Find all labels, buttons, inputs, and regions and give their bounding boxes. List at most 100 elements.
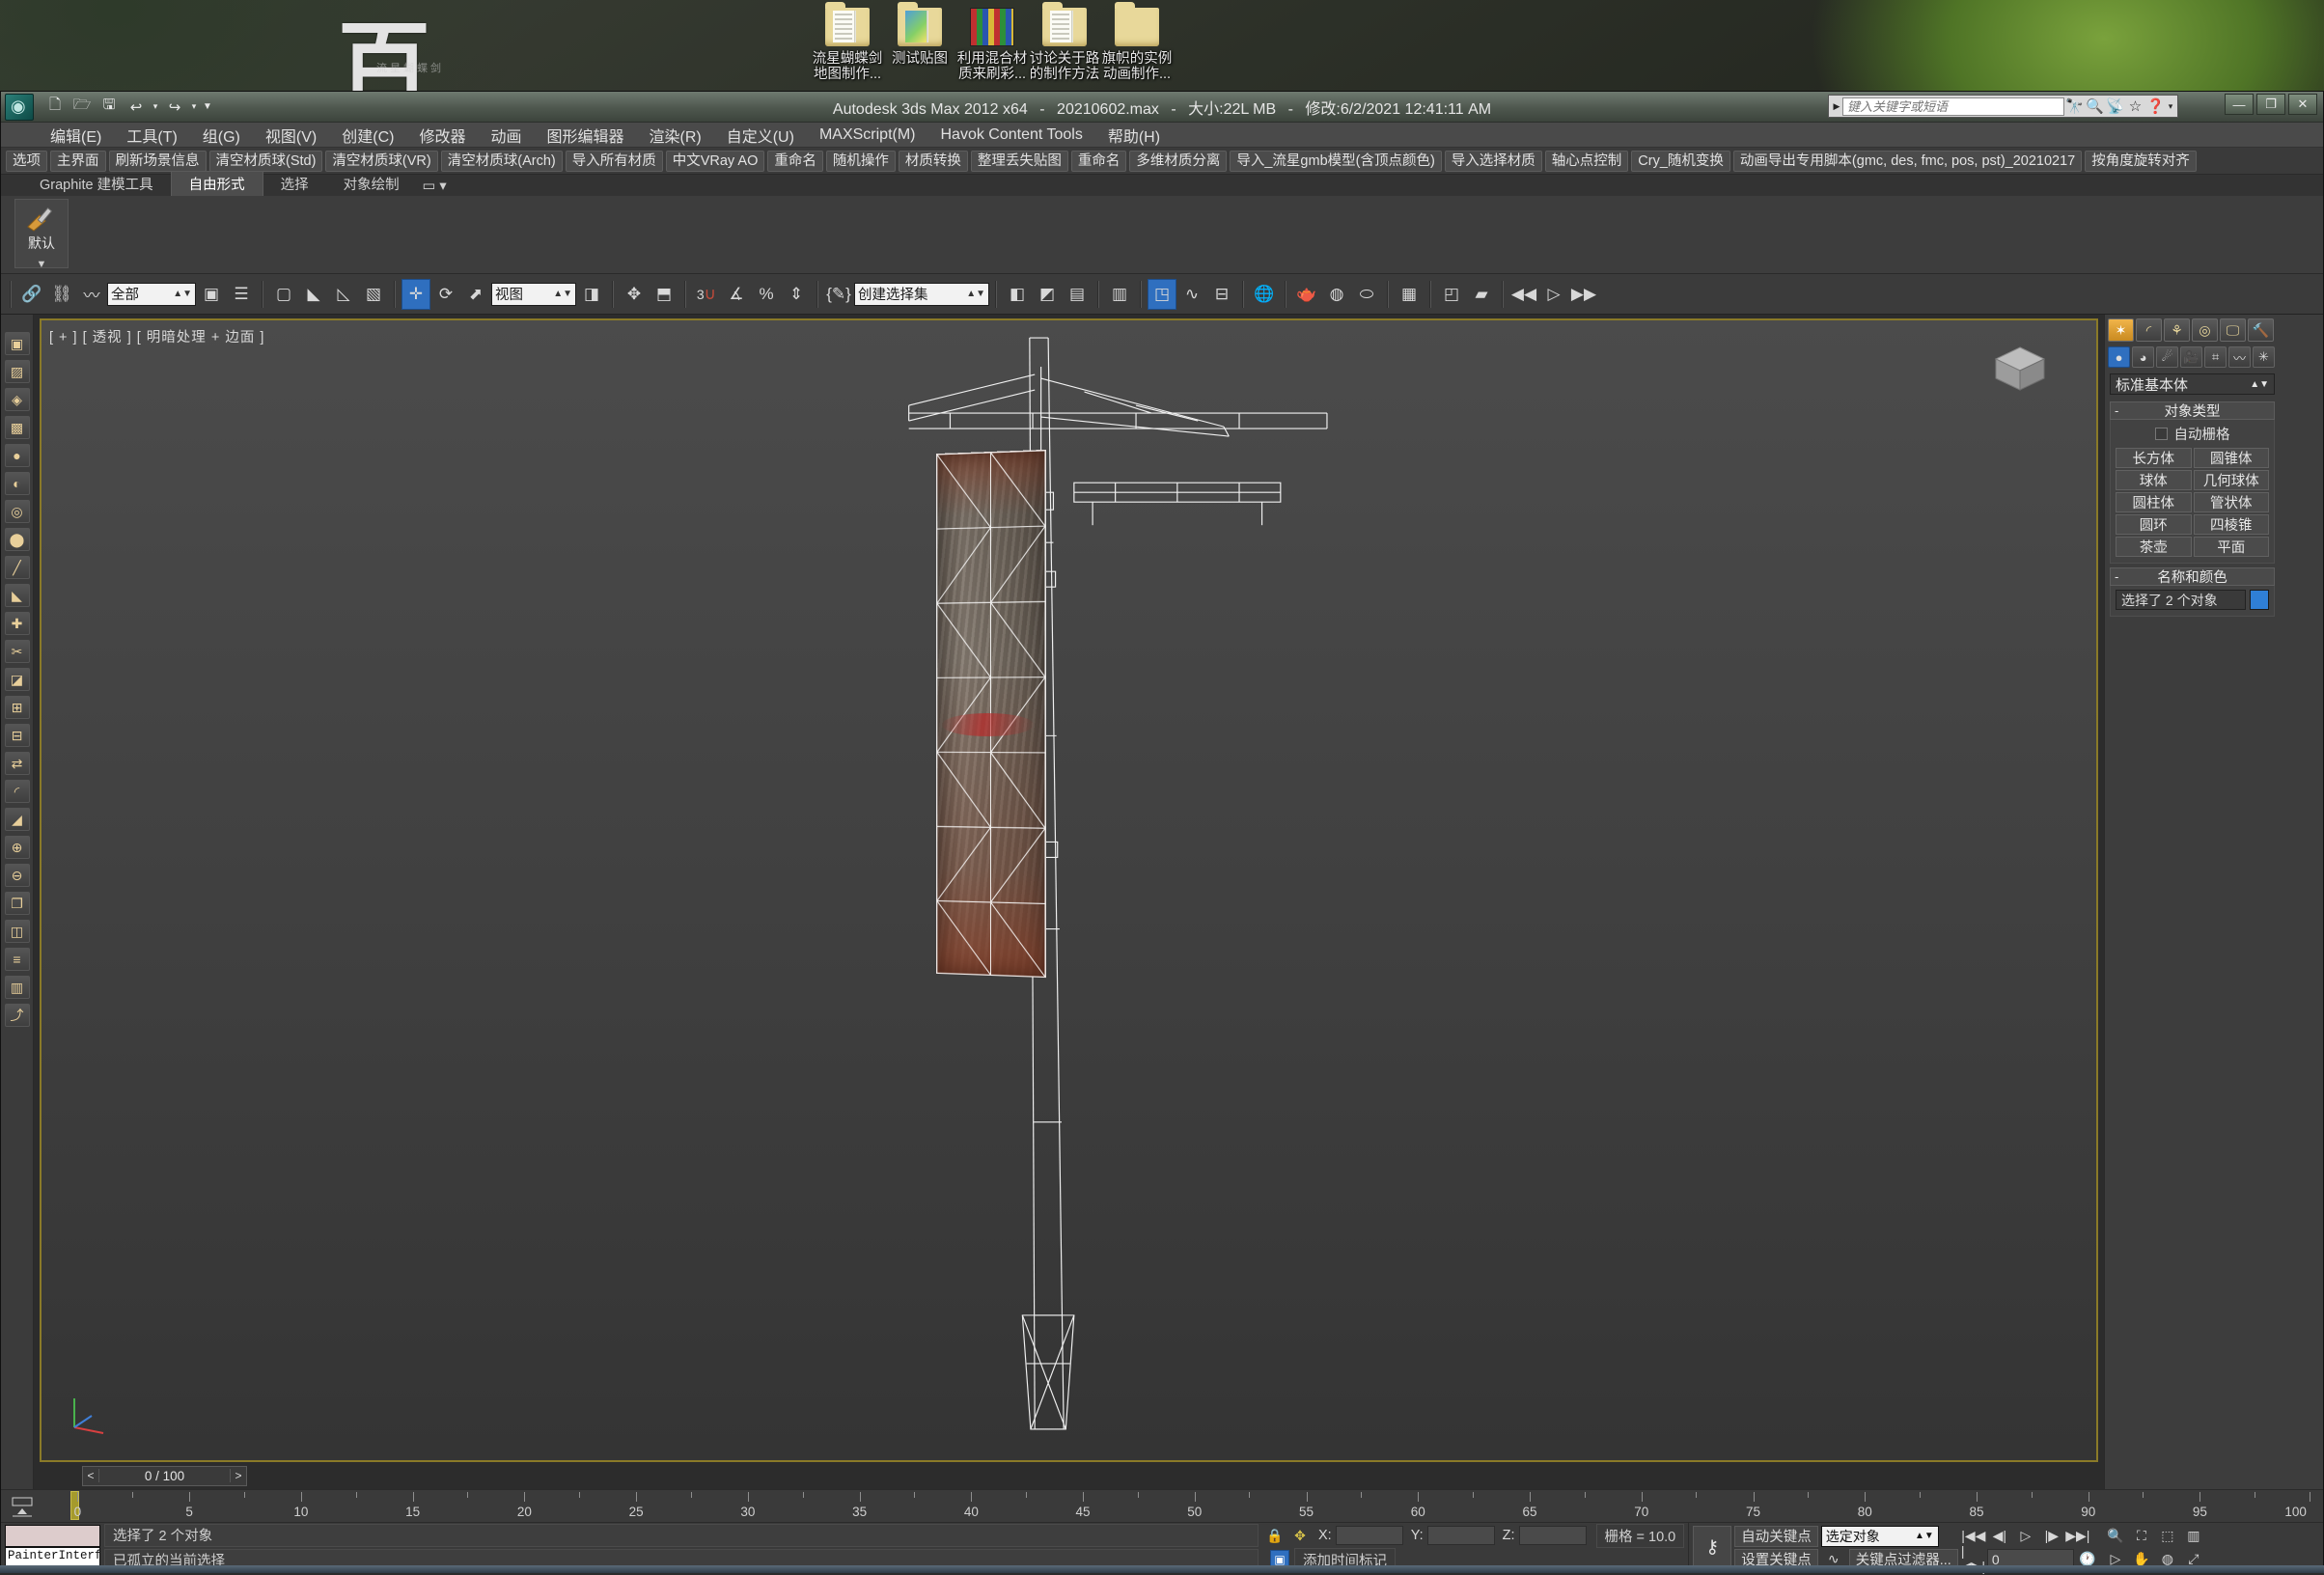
snapshot-icon[interactable]: ◰ (1437, 279, 1466, 310)
snaps-toggle-icon[interactable]: 3 ∪ (692, 279, 721, 310)
map-icon[interactable]: ▩ (5, 416, 30, 439)
plane-button[interactable]: 平面 (2194, 537, 2270, 557)
menu-item-help[interactable]: 帮助(H) (1095, 122, 1173, 149)
menu-item-havok[interactable]: Havok Content Tools (928, 124, 1095, 146)
help-icon[interactable]: ❓ (2145, 97, 2166, 115)
snapshot-tool-icon[interactable]: ▥ (5, 976, 30, 999)
cameras-icon[interactable]: 🎥 (2180, 346, 2202, 368)
spinner-icon[interactable]: ▲▼ (2250, 379, 2269, 390)
graphite-panel-expand-icon[interactable]: ▼ (37, 259, 47, 270)
zoom-extents-icon[interactable]: ⬚ (2155, 1526, 2180, 1547)
select-and-move-icon[interactable]: ✛ (401, 279, 430, 310)
systems-icon[interactable]: ✳ (2253, 346, 2275, 368)
script-button-2[interactable]: 刷新场景信息 (109, 151, 207, 172)
selection-scope-dropdown[interactable]: 选定对象 ▲▼ (1821, 1526, 1939, 1547)
flip-icon[interactable]: ⇄ (5, 752, 30, 775)
mirror-tool-icon[interactable]: ◫ (5, 920, 30, 943)
selection-filter-dropdown[interactable]: 全部 ▲▼ (107, 283, 196, 306)
align-icon[interactable]: ◩ (1033, 279, 1062, 310)
graphite-tab-modeling[interactable]: Graphite 建模工具 (22, 172, 171, 196)
subcategory-dropdown[interactable]: 标准基本体 ▲▼ (2110, 373, 2275, 395)
script-button-13[interactable]: 多维材质分离 (1129, 151, 1227, 172)
name-and-color-header[interactable]: - 名称和颜色 (2110, 567, 2275, 586)
poly-tools-icon[interactable]: ▣ (5, 332, 30, 355)
select-and-link-icon[interactable]: 🔗 (17, 279, 46, 310)
z-field[interactable] (1519, 1526, 1587, 1545)
maxscript-output-pane[interactable] (5, 1525, 100, 1547)
qat-customize-icon[interactable]: ▼ (201, 96, 214, 119)
lasso-selection-region-icon[interactable]: ◺ (329, 279, 358, 310)
script-button-11[interactable]: 整理丢失贴图 (971, 151, 1068, 172)
rollout-collapse-icon[interactable]: - (2115, 569, 2118, 584)
smooth-icon[interactable]: ◜ (5, 780, 30, 803)
fence-selection-region-icon[interactable]: ◣ (299, 279, 328, 310)
undo-icon[interactable]: ↩ (124, 96, 149, 119)
angle-snap-toggle-icon[interactable]: ∡ (722, 279, 751, 310)
menu-item-edit[interactable]: 编辑(E) (38, 122, 114, 149)
window-crossing-toggle-icon[interactable]: ▧ (359, 279, 388, 310)
desktop-icon-4[interactable]: 旗帜的实例 动画制作... (1091, 8, 1183, 82)
lock-selection-icon[interactable]: 🔒 (1264, 1525, 1286, 1546)
spinner-icon[interactable]: ▲▼ (966, 289, 985, 299)
export-tool-icon[interactable]: ⤴ (5, 1004, 30, 1027)
select-and-scale-icon[interactable]: ⬈ (461, 279, 490, 310)
rectangular-selection-region-icon[interactable]: ▢ (269, 279, 298, 310)
menu-item-maxscript[interactable]: MAXScript(M) (807, 124, 928, 146)
chamfer-icon[interactable]: ◢ (5, 808, 30, 831)
align-tool-icon[interactable]: ≡ (5, 948, 30, 971)
uv-icon[interactable]: ◈ (5, 388, 30, 411)
search-input[interactable] (1842, 97, 2064, 116)
menu-item-graph-editors[interactable]: 图形编辑器 (534, 122, 636, 149)
edit-named-selection-sets-icon[interactable]: {✎} (824, 279, 853, 310)
clone-icon[interactable]: ❐ (5, 892, 30, 915)
material-editor-icon[interactable]: ◳ (1148, 279, 1176, 310)
space-warps-icon[interactable]: 〰 (2228, 346, 2251, 368)
key-icon[interactable]: ⚷ (1693, 1526, 1731, 1570)
autogrid-row[interactable]: 自动栅格 (2116, 424, 2269, 444)
lights-icon[interactable]: ☄ (2156, 346, 2178, 368)
weld-icon[interactable]: ✚ (5, 612, 30, 635)
helpers-icon[interactable]: ⌗ (2204, 346, 2227, 368)
script-button-14[interactable]: 导入_流星gmb模型(含顶点颜色) (1230, 151, 1441, 172)
close-button[interactable]: ✕ (2288, 94, 2317, 115)
script-button-0[interactable]: 选项 (6, 151, 47, 172)
script-button-3[interactable]: 清空材质球(Std) (209, 151, 323, 172)
star-icon[interactable]: ☆ (2125, 97, 2145, 115)
autogrid-checkbox[interactable] (2155, 428, 2168, 440)
array-icon[interactable]: ▰ (1467, 279, 1496, 310)
spinner-icon[interactable]: ▲▼ (173, 289, 192, 299)
box-button[interactable]: 长方体 (2116, 448, 2192, 468)
undo-dropdown-icon[interactable]: ▾ (151, 96, 160, 119)
use-pivot-point-center-icon[interactable]: ◨ (577, 279, 606, 310)
timeline-ruler[interactable]: 0 5 10 15 20 25 30 35 40 45 50 55 60 65 … (43, 1490, 2323, 1522)
attach-icon[interactable]: ⊕ (5, 836, 30, 859)
script-button-10[interactable]: 材质转换 (899, 151, 968, 172)
select-object-icon[interactable]: ▣ (197, 279, 226, 310)
object-name-field[interactable]: 选择了 2 个对象 (2116, 590, 2246, 610)
sphere-button[interactable]: 球体 (2116, 470, 2192, 490)
cylinder-button[interactable]: 圆柱体 (2116, 492, 2192, 512)
zoom-icon[interactable]: 🔍 (2103, 1526, 2128, 1547)
next-frame-icon[interactable]: |▶ (2039, 1526, 2064, 1547)
cut-icon[interactable]: ✂ (5, 640, 30, 663)
bind-to-space-warp-icon[interactable]: 〰 (77, 279, 106, 310)
menu-item-views[interactable]: 视图(V) (253, 122, 329, 149)
graphite-tab-object-paint[interactable]: 对象绘制 (326, 172, 417, 196)
menu-item-create[interactable]: 创建(C) (329, 122, 406, 149)
menu-item-rendering[interactable]: 渲染(R) (637, 122, 714, 149)
teapot-button[interactable]: 茶壶 (2116, 537, 2192, 557)
time-slider-handle[interactable]: < 0 / 100 > (82, 1466, 247, 1486)
minimize-button[interactable]: — (2225, 94, 2254, 115)
script-button-17[interactable]: Cry_随机变换 (1631, 151, 1730, 172)
texture-icon[interactable]: ▨ (5, 360, 30, 383)
shape-icon[interactable]: ◎ (5, 500, 30, 523)
menu-item-customize[interactable]: 自定义(U) (714, 122, 807, 149)
script-button-4[interactable]: 清空材质球(VR) (325, 151, 437, 172)
keyboard-shortcut-override-icon[interactable]: ⬒ (650, 279, 678, 310)
time-slider-next-icon[interactable]: > (230, 1469, 246, 1482)
script-button-5[interactable]: 清空材质球(Arch) (441, 151, 563, 172)
play-view-icon[interactable]: ▷ (1539, 279, 1568, 310)
graphite-modeling-toolbar-icon[interactable]: ▥ (1105, 279, 1134, 310)
spinner-snap-toggle-icon[interactable]: ⇕ (782, 279, 811, 310)
geometry-icon[interactable]: ● (2108, 346, 2130, 368)
